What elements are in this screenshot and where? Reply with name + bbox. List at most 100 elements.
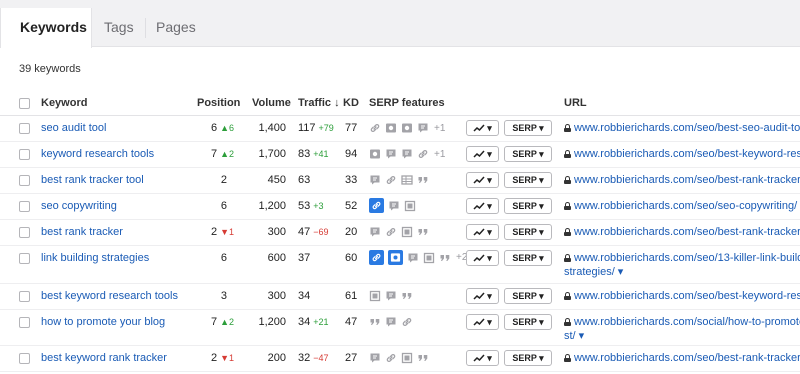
trend-icon [473, 150, 485, 158]
quote-icon[interactable] [417, 174, 429, 186]
header-url[interactable]: URL [564, 97, 587, 109]
url-link[interactable]: www.robbierichards.com/seo/13-killer-lin… [564, 251, 800, 279]
chevron-down-icon: ▾ [487, 226, 492, 237]
image-icon[interactable] [385, 122, 397, 134]
url-link[interactable]: www.robbierichards.com/seo/best-rank-tra… [564, 225, 800, 239]
chat-icon[interactable] [388, 200, 400, 212]
quote-icon[interactable] [439, 252, 451, 264]
position-chart-button[interactable]: ▾ [466, 250, 499, 266]
table-icon[interactable] [401, 174, 413, 186]
page-icon[interactable] [401, 226, 413, 238]
page-icon[interactable] [404, 200, 416, 212]
quote-icon[interactable] [417, 226, 429, 238]
position-chart-button[interactable]: ▾ [466, 146, 499, 162]
serp-button[interactable]: SERP ▾ [504, 288, 552, 304]
chat-icon[interactable] [417, 122, 429, 134]
row-checkbox[interactable] [19, 175, 30, 186]
image-icon[interactable] [388, 250, 403, 265]
url-link[interactable]: www.robbierichards.com/seo/best-seo-audi… [564, 121, 800, 135]
kd-value: 60 [345, 252, 358, 264]
volume-value: 1,400 [258, 122, 286, 134]
position-chart-button[interactable]: ▾ [466, 172, 499, 188]
url-link[interactable]: www.robbierichards.com/social/how-to-pro… [564, 315, 800, 343]
url-line: www.robbierichards.com/seo/best-rank-tra… [564, 351, 800, 365]
serp-more-count[interactable]: +1 [434, 149, 445, 160]
chat-icon[interactable] [385, 148, 397, 160]
link-icon[interactable] [385, 174, 397, 186]
chat-icon[interactable] [385, 290, 397, 302]
serp-button[interactable]: SERP ▾ [504, 314, 552, 330]
header-position[interactable]: Position [197, 97, 240, 109]
row-checkbox[interactable] [19, 227, 30, 238]
keyword-link[interactable]: seo copywriting [41, 200, 117, 212]
tab-pages[interactable]: Pages [156, 8, 206, 47]
traffic-value: 37 [298, 252, 311, 264]
position-chart-button[interactable]: ▾ [466, 288, 499, 304]
page-icon[interactable] [423, 252, 435, 264]
chat-icon[interactable] [369, 352, 381, 364]
serp-button[interactable]: SERP ▾ [504, 146, 552, 162]
position-cell: 3 [221, 290, 227, 302]
image-icon[interactable] [401, 122, 413, 134]
chat-icon[interactable] [401, 148, 413, 160]
position-chart-button[interactable]: ▾ [466, 198, 499, 214]
keyword-link[interactable]: link building strategies [41, 252, 149, 264]
serp-button[interactable]: SERP ▾ [504, 172, 552, 188]
keyword-link[interactable]: seo audit tool [41, 122, 106, 134]
link-icon[interactable] [401, 316, 413, 328]
serp-button[interactable]: SERP ▾ [504, 224, 552, 240]
lock-icon [564, 124, 571, 132]
url-link[interactable]: www.robbierichards.com/seo/best-rank-tra… [564, 351, 800, 365]
url-link[interactable]: www.robbierichards.com/seo/best-rank-tra… [564, 173, 800, 187]
row-checkbox[interactable] [19, 201, 30, 212]
page-icon[interactable] [369, 290, 381, 302]
position-chart-button[interactable]: ▾ [466, 120, 499, 136]
header-keyword[interactable]: Keyword [41, 97, 87, 109]
url-link[interactable]: www.robbierichards.com/seo/seo-copywriti… [564, 199, 800, 213]
keyword-link[interactable]: best keyword research tools [41, 290, 178, 302]
row-checkbox[interactable] [19, 353, 30, 364]
row-checkbox[interactable] [19, 291, 30, 302]
row-checkbox[interactable] [19, 253, 30, 264]
keyword-link[interactable]: best keyword rank tracker [41, 352, 167, 364]
link-icon[interactable] [385, 352, 397, 364]
select-all-checkbox[interactable] [19, 98, 30, 109]
keyword-link[interactable]: best rank tracker [41, 226, 123, 238]
link-icon[interactable] [369, 250, 384, 265]
serp-button[interactable]: SERP ▾ [504, 350, 552, 366]
chat-icon[interactable] [369, 226, 381, 238]
page-icon[interactable] [401, 352, 413, 364]
quote-icon[interactable] [417, 352, 429, 364]
row-checkbox[interactable] [19, 149, 30, 160]
keyword-link[interactable]: keyword research tools [41, 148, 154, 160]
serp-button[interactable]: SERP ▾ [504, 198, 552, 214]
keyword-link[interactable]: how to promote your blog [41, 316, 165, 328]
link-icon[interactable] [385, 226, 397, 238]
row-checkbox[interactable] [19, 317, 30, 328]
link-icon[interactable] [369, 122, 381, 134]
serp-button[interactable]: SERP ▾ [504, 250, 552, 266]
keyword-link[interactable]: best rank tracker tool [41, 174, 144, 186]
header-volume[interactable]: Volume [252, 97, 291, 109]
image-icon[interactable] [369, 148, 381, 160]
chat-icon[interactable] [385, 316, 397, 328]
serp-more-count[interactable]: +1 [434, 123, 445, 134]
chat-icon[interactable] [407, 252, 419, 264]
tab-keywords[interactable]: Keywords [0, 8, 92, 48]
trend-icon [473, 292, 485, 300]
link-icon[interactable] [369, 198, 384, 213]
position-chart-button[interactable]: ▾ [466, 224, 499, 240]
link-icon[interactable] [417, 148, 429, 160]
serp-button[interactable]: SERP ▾ [504, 120, 552, 136]
header-kd[interactable]: KD [343, 97, 359, 109]
header-traffic[interactable]: Traffic ↓ [298, 97, 340, 109]
position-chart-button[interactable]: ▾ [466, 350, 499, 366]
quote-icon[interactable] [401, 290, 413, 302]
quote-icon[interactable] [369, 316, 381, 328]
position-chart-button[interactable]: ▾ [466, 314, 499, 330]
row-checkbox[interactable] [19, 123, 30, 134]
tab-tags[interactable]: Tags [104, 8, 144, 47]
chat-icon[interactable] [369, 174, 381, 186]
url-link[interactable]: www.robbierichards.com/seo/best-keyword-… [564, 147, 800, 161]
url-link[interactable]: www.robbierichards.com/seo/best-keyword-… [564, 289, 800, 303]
